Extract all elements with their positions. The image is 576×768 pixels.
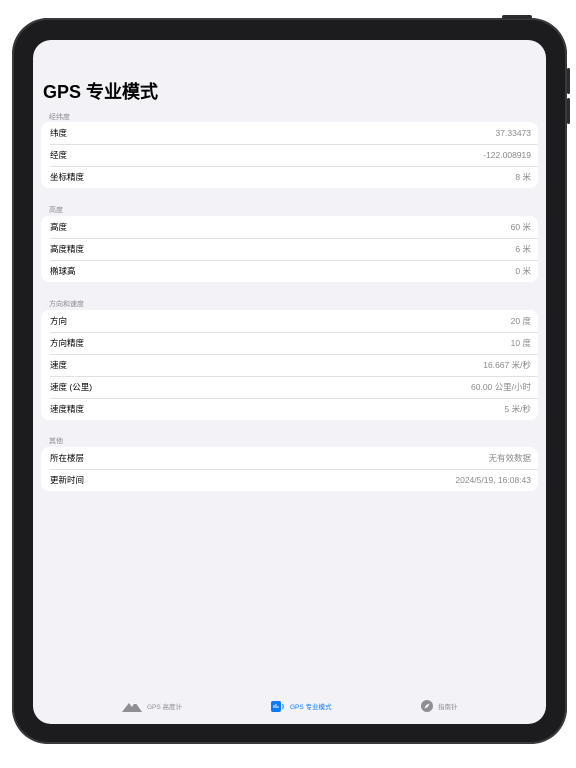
group-coordinates: 纬度 37.33473 经度 -122.008919 坐标精度 8 米 bbox=[41, 122, 538, 188]
row-altitude: 高度 60 米 bbox=[41, 216, 538, 238]
volume-down-button bbox=[567, 98, 570, 124]
mountain-icon bbox=[122, 701, 142, 712]
top-button bbox=[502, 15, 532, 19]
group-other: 所在楼层 无有效数据 更新时间 2024/5/19, 16:08:43 bbox=[41, 447, 538, 491]
row-value: -122.008919 bbox=[483, 150, 531, 160]
section-header-coordinates: 经纬度 bbox=[49, 114, 70, 121]
row-speed-accuracy: 速度精度 5 米/秒 bbox=[41, 398, 538, 420]
row-speed: 速度 16.667 米/秒 bbox=[41, 354, 538, 376]
row-label: 纬度 bbox=[50, 128, 68, 138]
compass-icon bbox=[421, 700, 433, 712]
row-label: 经度 bbox=[50, 150, 68, 160]
tab-compass[interactable]: 指南针 bbox=[421, 695, 458, 717]
row-floor: 所在楼层 无有效数据 bbox=[41, 447, 538, 469]
section-header-other: 其他 bbox=[49, 438, 63, 445]
row-value: 无有效数据 bbox=[488, 453, 531, 463]
row-label: 坐标精度 bbox=[50, 172, 85, 182]
row-label: 速度精度 bbox=[50, 404, 85, 414]
row-value: 5 米/秒 bbox=[504, 404, 531, 414]
row-label: 高度精度 bbox=[50, 244, 85, 254]
row-heading-accuracy: 方向精度 10 度 bbox=[41, 332, 538, 354]
tab-label: 指南针 bbox=[438, 704, 458, 711]
row-value: 8 米 bbox=[515, 172, 531, 182]
row-value: 10 度 bbox=[510, 338, 531, 348]
tab-gps-pro-mode[interactable]: GPS 专业模式 bbox=[271, 695, 332, 717]
row-value: 37.33473 bbox=[495, 128, 531, 138]
row-heading: 方向 20 度 bbox=[41, 310, 538, 332]
page-title: GPS 专业模式 bbox=[43, 82, 159, 102]
tab-bar: GPS 高度计 GPS 专业模式 指南针 bbox=[33, 695, 546, 717]
row-label: 椭球高 bbox=[50, 266, 76, 276]
gps-signal-icon bbox=[271, 700, 285, 712]
row-longitude: 经度 -122.008919 bbox=[41, 144, 538, 166]
row-update-time: 更新时间 2024/5/19, 16:08:43 bbox=[41, 469, 538, 491]
section-header-heading-speed: 方向和速度 bbox=[49, 301, 84, 308]
tab-gps-altimeter[interactable]: GPS 高度计 bbox=[122, 695, 182, 717]
row-label: 速度 bbox=[50, 360, 68, 370]
volume-up-button bbox=[567, 68, 570, 94]
row-coordinate-accuracy: 坐标精度 8 米 bbox=[41, 166, 538, 188]
row-value: 16.667 米/秒 bbox=[483, 360, 531, 370]
row-label: 高度 bbox=[50, 222, 68, 232]
row-label: 所在楼层 bbox=[50, 453, 85, 463]
row-label: 更新时间 bbox=[50, 475, 85, 485]
row-label: 方向精度 bbox=[50, 338, 85, 348]
row-value: 20 度 bbox=[510, 316, 531, 326]
row-value: 2024/5/19, 16:08:43 bbox=[455, 475, 531, 485]
row-value: 60 米 bbox=[510, 222, 531, 232]
row-altitude-accuracy: 高度精度 6 米 bbox=[41, 238, 538, 260]
row-ellipsoidal-height: 椭球高 0 米 bbox=[41, 260, 538, 282]
section-header-altitude: 高度 bbox=[49, 207, 63, 214]
row-speed-km: 速度 (公里) 60.00 公里/小时 bbox=[41, 376, 538, 398]
app-screen: GPS 专业模式 经纬度 纬度 37.33473 经度 -122.008919 … bbox=[33, 40, 546, 724]
group-heading-speed: 方向 20 度 方向精度 10 度 速度 16.667 米/秒 速度 (公里) … bbox=[41, 310, 538, 420]
row-latitude: 纬度 37.33473 bbox=[41, 122, 538, 144]
row-value: 6 米 bbox=[515, 244, 531, 254]
tab-label: GPS 高度计 bbox=[147, 704, 183, 711]
row-value: 0 米 bbox=[515, 266, 531, 276]
row-value: 60.00 公里/小时 bbox=[471, 382, 531, 392]
tab-label: GPS 专业模式 bbox=[290, 704, 332, 711]
row-label: 方向 bbox=[50, 316, 68, 326]
row-label: 速度 (公里) bbox=[50, 382, 93, 392]
group-altitude: 高度 60 米 高度精度 6 米 椭球高 0 米 bbox=[41, 216, 538, 282]
